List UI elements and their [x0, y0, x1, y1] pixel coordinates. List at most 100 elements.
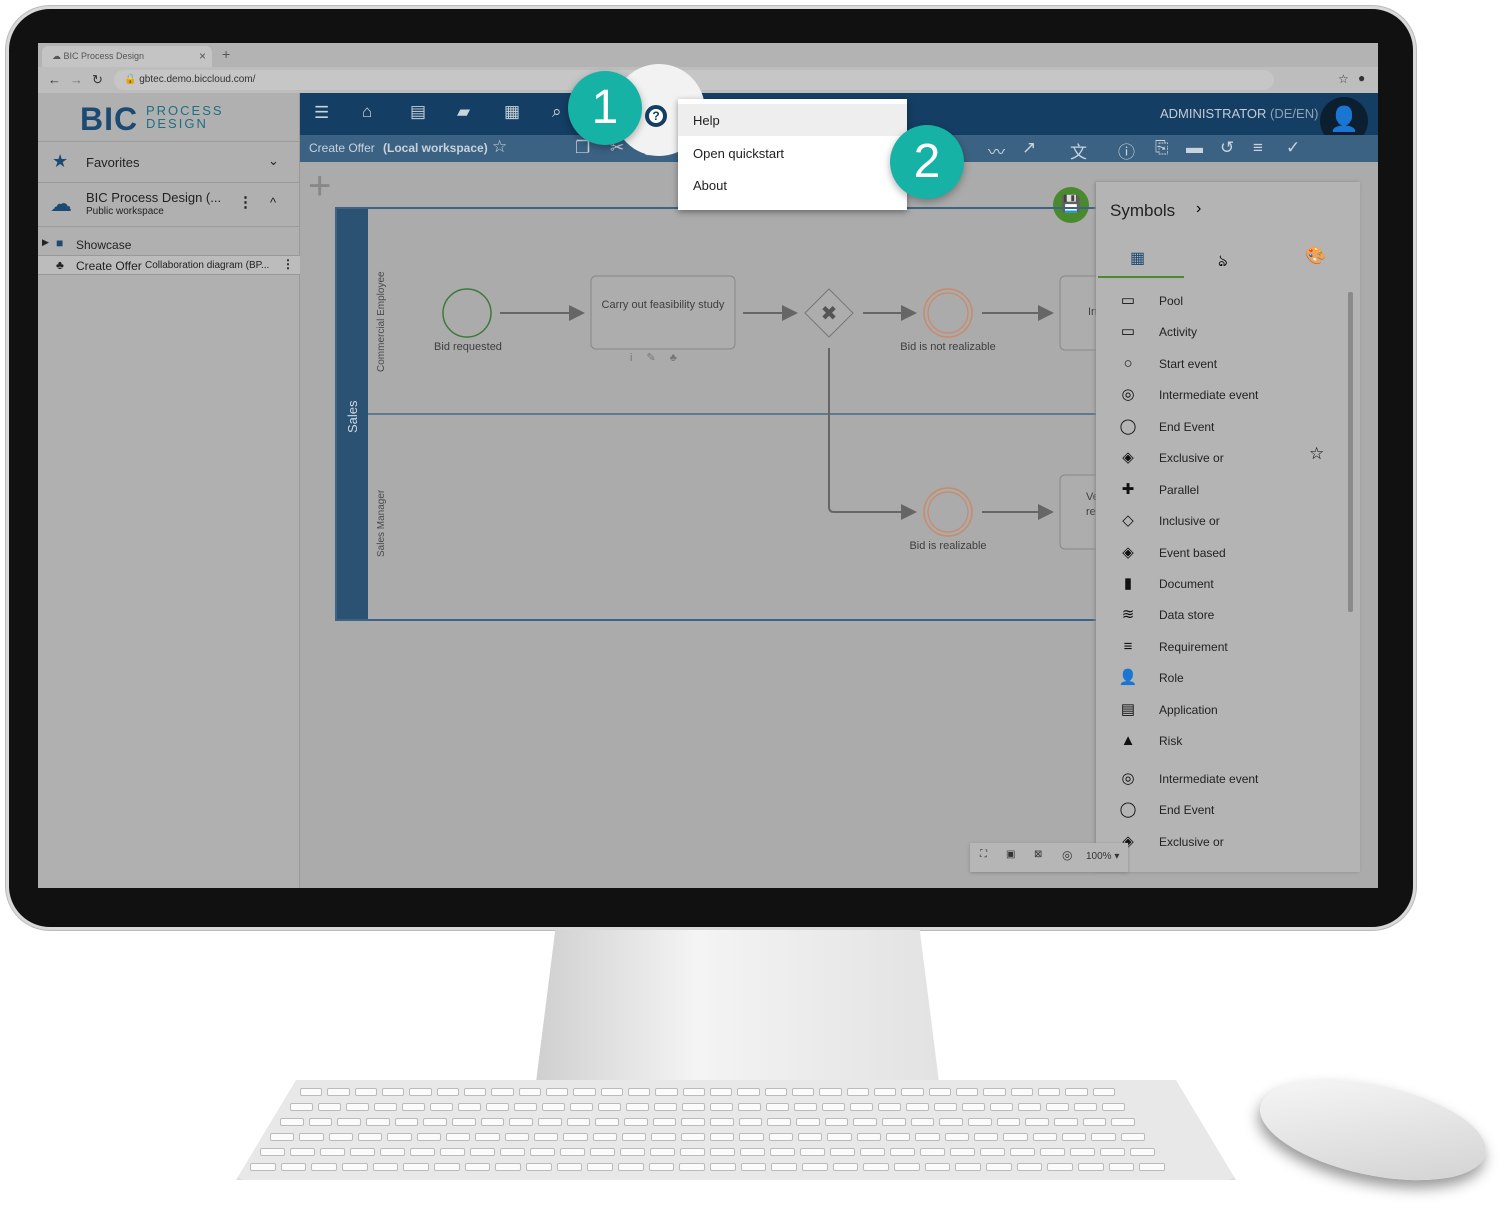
key [620, 1148, 645, 1156]
key [618, 1163, 644, 1171]
symbol-icon: ◈ [1122, 449, 1134, 466]
menu-item-about[interactable]: About [678, 169, 907, 201]
help-icon[interactable]: ? [645, 105, 667, 127]
key [651, 1133, 676, 1141]
key [1065, 1088, 1088, 1096]
key [768, 1133, 793, 1141]
draw-icon[interactable]: ঌ [1218, 248, 1228, 275]
key [740, 1163, 767, 1171]
svg-text:✖: ✖ [821, 301, 838, 325]
help-menu: Help Open quickstart About [678, 99, 907, 210]
key [308, 1118, 333, 1126]
symbol-item[interactable]: ◇ Inclusive or [1096, 509, 1336, 533]
center-icon[interactable]: ◎ [1062, 848, 1072, 862]
symbol-item[interactable]: ◎ Intermediate event [1096, 767, 1336, 791]
menu-item-help[interactable]: Help [678, 104, 907, 136]
key [796, 1118, 820, 1126]
grid-icon[interactable]: ▦ [1130, 248, 1145, 268]
key [1100, 1148, 1125, 1156]
key [648, 1163, 675, 1171]
symbol-item[interactable]: ◈ Exclusive or [1096, 830, 1336, 854]
key [655, 1088, 678, 1096]
key [250, 1163, 276, 1171]
key [416, 1133, 441, 1141]
task-feasibility[interactable] [590, 275, 736, 350]
symbols-panel: Symbols › ▦ ঌ 🎨 ▭ Pool ▭ Activity ○ Start eve… [1096, 182, 1360, 872]
key [1120, 1133, 1145, 1141]
symbol-label: Intermediate event [1159, 388, 1259, 402]
symbol-item[interactable]: ▲ Risk [1096, 729, 1336, 753]
key [556, 1163, 583, 1171]
key [354, 1088, 377, 1096]
key [955, 1163, 981, 1171]
symbol-label: Application [1159, 703, 1218, 717]
key [563, 1133, 588, 1141]
task-label: Carry out feasibility study [601, 299, 725, 311]
symbol-item[interactable]: ◎ Intermediate event [1096, 383, 1336, 407]
symbol-item[interactable]: 👤 Role [1096, 666, 1336, 690]
symbol-item[interactable]: ✚ Parallel [1096, 478, 1336, 502]
scrollbar[interactable] [1348, 292, 1353, 612]
key [710, 1163, 736, 1171]
symbol-item[interactable]: ≋ Data store [1096, 603, 1336, 627]
key [682, 1088, 705, 1096]
key [434, 1163, 460, 1171]
favorite-star-icon[interactable]: ☆ [1309, 444, 1324, 464]
start-event[interactable] [442, 288, 492, 338]
key [1010, 1148, 1035, 1156]
key [290, 1148, 315, 1156]
minimap-icon[interactable]: ▣ [1006, 849, 1015, 860]
intermediate-event-realizable[interactable] [923, 487, 973, 537]
key [436, 1088, 459, 1096]
fullscreen-icon[interactable]: ⛶ [980, 849, 987, 860]
symbol-label: Requirement [1159, 640, 1228, 654]
key [394, 1118, 419, 1126]
symbol-item[interactable]: ◈ Exclusive or [1096, 446, 1336, 470]
key [679, 1163, 705, 1171]
key [440, 1148, 465, 1156]
key [280, 1163, 307, 1171]
event-yes-label: Bid is realizable [909, 540, 987, 552]
key [280, 1118, 304, 1126]
menu-label: About [693, 178, 727, 193]
key [1038, 1088, 1061, 1096]
key [366, 1118, 390, 1126]
key [654, 1103, 677, 1111]
fit-icon[interactable]: ⊠ [1034, 849, 1042, 860]
task-markers-icon: i✎♣ [630, 352, 691, 364]
key [956, 1088, 979, 1096]
key [598, 1103, 621, 1111]
key [300, 1088, 323, 1096]
symbol-item[interactable]: ▤ Application [1096, 698, 1336, 722]
symbol-item[interactable]: ◈ Event based [1096, 541, 1336, 565]
symbol-label: Exclusive or [1159, 451, 1224, 465]
sequence-flow[interactable] [828, 348, 917, 520]
key [346, 1103, 369, 1111]
key [990, 1103, 1013, 1111]
intermediate-event-not-realizable[interactable] [923, 288, 973, 338]
menu-item-open-quickstart[interactable]: Open quickstart [678, 137, 907, 169]
symbol-label: Start event [1159, 357, 1218, 371]
symbol-icon: ◎ [1121, 770, 1135, 787]
key [853, 1118, 877, 1126]
zoom-select[interactable]: 100% ▾ [1086, 851, 1119, 862]
symbol-item[interactable]: ▭ Activity [1096, 320, 1336, 344]
symbol-item[interactable]: ▭ Pool [1096, 289, 1336, 313]
key [458, 1103, 481, 1111]
symbol-item[interactable]: ◯ End Event [1096, 798, 1336, 822]
key [650, 1148, 675, 1156]
key [738, 1103, 761, 1111]
key [894, 1163, 920, 1171]
key [771, 1163, 797, 1171]
key [822, 1103, 845, 1111]
symbol-item[interactable]: ≡ Requirement [1096, 635, 1336, 659]
palette-icon[interactable]: 🎨 [1305, 246, 1326, 266]
key [974, 1133, 999, 1141]
symbol-item[interactable]: ▮ Document [1096, 572, 1336, 596]
symbol-label: Event based [1159, 546, 1226, 560]
chevron-right-icon[interactable]: › [1196, 200, 1201, 218]
key [901, 1088, 924, 1096]
symbol-item[interactable]: ◯ End Event [1096, 415, 1336, 439]
symbol-item[interactable]: ○ Start event [1096, 352, 1336, 376]
key [491, 1088, 514, 1096]
